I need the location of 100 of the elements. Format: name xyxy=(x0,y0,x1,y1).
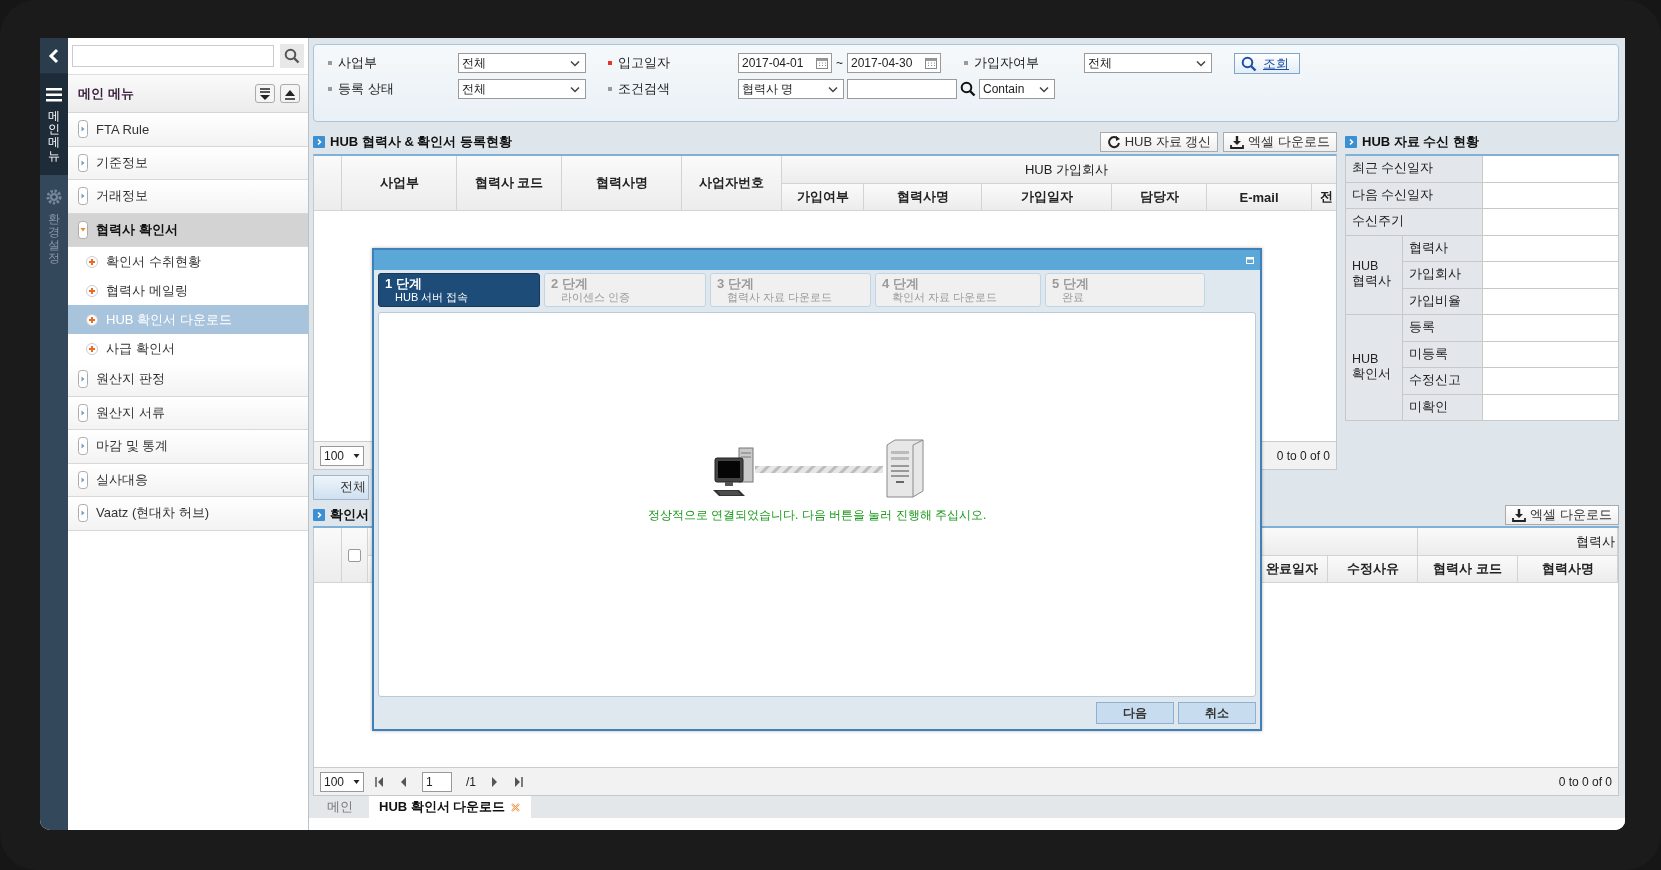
page-size-select[interactable]: 100 xyxy=(320,771,364,792)
filter-label: 입고일자 xyxy=(618,54,670,72)
date-field[interactable]: 2017-04-30 xyxy=(847,53,941,73)
record-range: 0 to 0 of 0 xyxy=(1276,448,1330,463)
status-message: 정상적으로 연결되었습니다. 다음 버튼을 눌러 진행해 주십시오. xyxy=(647,507,987,524)
next-page-button[interactable] xyxy=(490,775,500,788)
page-tab[interactable]: 메인 xyxy=(317,796,363,818)
checkbox[interactable] xyxy=(348,548,361,562)
menu-item[interactable]: 협력사 확인서 xyxy=(68,213,308,247)
caret-icon xyxy=(570,85,580,93)
excel-download-button[interactable]: 엑셀 다운로드 xyxy=(1505,505,1619,525)
maximize-button[interactable] xyxy=(1246,256,1254,264)
close-icon xyxy=(510,801,522,813)
group-label: HUB 협력사 xyxy=(1346,235,1403,315)
row-label: 최근 수신일자 xyxy=(1346,156,1483,183)
search-button[interactable] xyxy=(280,44,304,68)
wizard-step: 3 단계 협력사 자료 다운로드 xyxy=(710,273,871,307)
download-icon xyxy=(1230,135,1245,149)
column-header: 수정사유 xyxy=(1328,556,1418,583)
select-field[interactable]: Contain xyxy=(979,79,1055,99)
maximize-icon xyxy=(1246,256,1254,264)
wizard-step: 4 단계 확인서 자료 다운로드 xyxy=(875,273,1041,307)
section-title: 확인서 xyxy=(330,506,369,524)
filter-label: 가입자여부 xyxy=(974,54,1039,72)
wizard-step: 1 단계 HUB 서버 접속 xyxy=(378,273,540,307)
filter-label: 사업부 xyxy=(338,54,377,72)
page-total: /1 xyxy=(466,774,476,789)
row-label: 다음 수신일자 xyxy=(1346,182,1483,209)
row-label: 가입회사 xyxy=(1403,262,1483,289)
last-page-button[interactable] xyxy=(514,775,524,788)
column-header: 사업자번호 xyxy=(682,156,782,211)
row-label: 수정신고 xyxy=(1403,368,1483,395)
last-page-icon xyxy=(514,775,524,788)
caret-icon xyxy=(353,778,360,785)
calendar-icon xyxy=(925,57,937,69)
plus-bullet-icon xyxy=(86,255,98,268)
column-header: 협력사명 xyxy=(1518,556,1618,583)
plus-bullet-icon xyxy=(86,342,98,355)
select-field[interactable]: 전체 xyxy=(1084,53,1212,73)
column-header: 협력사 코드 xyxy=(457,156,562,211)
next-button[interactable]: 다음 xyxy=(1096,702,1174,724)
excel-download-button[interactable]: 엑셀 다운로드 xyxy=(1223,132,1337,152)
search-input[interactable] xyxy=(847,79,957,99)
column-header: 가입여부 xyxy=(782,184,864,211)
collapse-button[interactable] xyxy=(40,38,68,74)
menu-title: 메인 메뉴 xyxy=(78,84,135,103)
expand-all-icon xyxy=(258,86,272,101)
select-field[interactable]: 전체 xyxy=(458,53,586,73)
date-field[interactable]: 2017-04-01 xyxy=(738,53,832,73)
caret-icon xyxy=(570,59,580,67)
search-icon xyxy=(284,48,300,64)
group-label: HUB 확인서 xyxy=(1346,315,1403,421)
row-label: 협력사 xyxy=(1403,235,1483,262)
search-button[interactable]: 조회 xyxy=(1234,53,1300,74)
column-header: 협력사명 xyxy=(864,184,982,211)
search-field[interactable] xyxy=(72,45,274,67)
column-header: 담당자 xyxy=(1112,184,1207,211)
page-input[interactable]: 1 xyxy=(422,771,452,792)
caret-icon xyxy=(1196,59,1206,67)
select-field[interactable]: 협력사 명 xyxy=(738,79,844,99)
plus-bullet-icon xyxy=(86,313,98,326)
caret-icon xyxy=(1039,85,1049,93)
wizard-step: 2 단계 라이센스 인증 xyxy=(544,273,706,307)
column-header: 가입일자 xyxy=(982,184,1112,211)
section-title: HUB 자료 수신 현황 xyxy=(1362,133,1479,151)
gear-icon xyxy=(46,188,62,205)
column-header: E-mail xyxy=(1207,184,1312,211)
refresh-button[interactable]: HUB 자료 갱신 xyxy=(1099,132,1219,152)
section-title: HUB 협력사 & 확인서 등록현황 xyxy=(330,133,512,151)
column-group-header: HUB 가입회사 xyxy=(782,156,1336,184)
caret-icon xyxy=(353,452,360,459)
section-marker-icon xyxy=(313,136,325,148)
collapse-all-button[interactable] xyxy=(280,84,300,103)
rail-tab[interactable]: 메인메뉴 xyxy=(40,74,68,175)
record-range: 0 to 0 of 0 xyxy=(1558,774,1612,789)
select-field[interactable]: 전체 xyxy=(458,79,586,99)
caret-icon xyxy=(828,85,838,93)
plus-bullet-icon xyxy=(86,284,98,297)
first-page-icon xyxy=(374,775,384,788)
column-header: 협력사명 xyxy=(562,156,682,211)
section-marker-icon xyxy=(1345,136,1357,148)
expand-all-button[interactable] xyxy=(255,84,275,103)
first-page-button[interactable] xyxy=(374,775,384,788)
server-icon xyxy=(883,439,925,499)
menu-icon xyxy=(46,88,62,102)
page-tab[interactable]: HUB 확인서 다운로드 xyxy=(369,796,532,818)
wizard-step: 5 단계 완료 xyxy=(1045,273,1205,307)
cancel-button[interactable]: 취소 xyxy=(1178,702,1256,724)
filter-label: 등록 상태 xyxy=(338,80,394,98)
refresh-icon xyxy=(1106,135,1121,149)
section-marker-icon xyxy=(313,509,325,521)
column-header: 협력사 코드 xyxy=(1418,556,1518,583)
view-tab[interactable]: 전체 xyxy=(313,474,369,500)
next-page-icon xyxy=(490,775,500,788)
search-icon xyxy=(960,81,976,97)
row-label: 가입비율 xyxy=(1403,288,1483,315)
column-header: 사업부 xyxy=(342,156,457,211)
calendar-icon xyxy=(816,57,828,69)
page-size-select[interactable]: 100 xyxy=(320,445,364,466)
search-icon xyxy=(1241,55,1257,72)
